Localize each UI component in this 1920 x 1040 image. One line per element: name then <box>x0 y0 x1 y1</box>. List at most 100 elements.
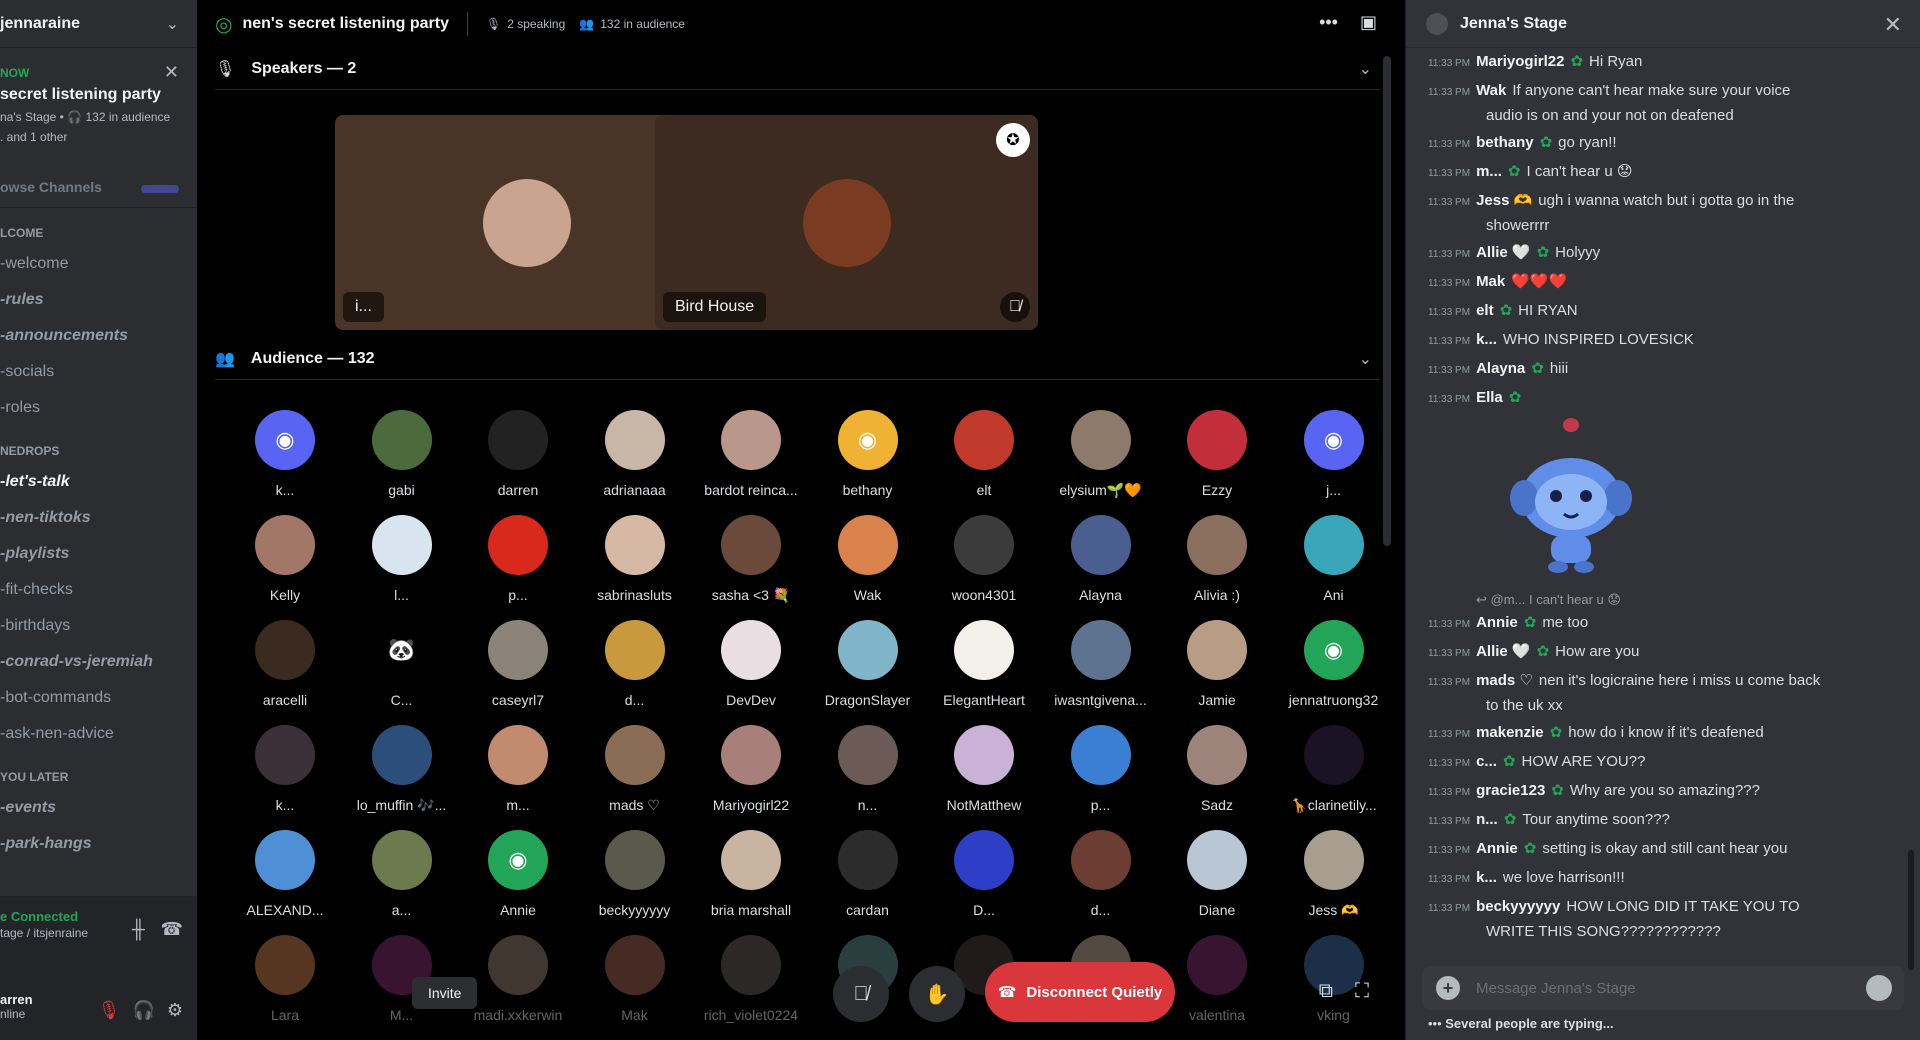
chat-message[interactable]: 11:33 PM beckyyyyyy HOW LONG DID IT TAKE Y… <box>1428 895 1898 943</box>
channel-item[interactable]: -rules <box>0 282 197 318</box>
channel-item[interactable]: -events <box>0 790 197 826</box>
channel-item[interactable]: -park-hangs <box>0 826 197 862</box>
audience-member[interactable]: gabi <box>344 410 460 510</box>
audience-member[interactable]: Jamie <box>1159 620 1275 720</box>
audience-member[interactable]: k... <box>227 725 343 825</box>
message-author[interactable]: Allie 🤍 <box>1476 244 1531 261</box>
audience-member[interactable]: Diane <box>1159 830 1275 930</box>
audience-member[interactable]: iwasntgivena... <box>1043 620 1159 720</box>
audience-member[interactable]: n... <box>810 725 926 825</box>
audience-member[interactable]: Lara <box>227 935 343 1035</box>
channel-item[interactable]: -roles <box>0 390 197 426</box>
audience-member[interactable]: p... <box>460 515 576 615</box>
audience-member[interactable]: beckyyyyyy <box>577 830 693 930</box>
channel-item[interactable]: -birthdays <box>0 608 197 644</box>
audience-member[interactable]: lo_muffin 🎶... <box>344 725 460 825</box>
channel-item[interactable]: -announcements <box>0 318 197 354</box>
chat-message[interactable]: 11:33 PM Mak ❤️❤️❤️ <box>1428 270 1898 295</box>
headphones-icon[interactable]: 🎧 <box>132 1000 154 1021</box>
message-author[interactable]: Alayna <box>1476 360 1525 377</box>
audience-member[interactable]: madi.xxkerwin <box>460 935 576 1035</box>
channel-item[interactable]: -welcome <box>0 246 197 282</box>
message-author[interactable]: beckyyyyyy <box>1476 898 1560 915</box>
message-author[interactable]: Mariyogirl22 <box>1476 53 1564 70</box>
message-author[interactable]: Mak <box>1476 273 1505 290</box>
audience-member[interactable]: ◉ j... <box>1276 410 1392 510</box>
channel-item[interactable]: -fit-checks <box>0 572 197 608</box>
server-header[interactable]: jennaraine ⌄ <box>0 0 197 48</box>
audience-member[interactable]: rich_violet0224 <box>693 935 809 1035</box>
chat-toggle-icon[interactable]: ▣ <box>1360 12 1377 33</box>
chat-scrollbar[interactable] <box>1908 850 1914 970</box>
chat-message[interactable]: 11:33 PM k... we love harrison!!! <box>1428 866 1898 891</box>
message-author[interactable]: k... <box>1476 869 1497 886</box>
gear-icon[interactable]: ⚙ <box>167 1000 183 1021</box>
message-author[interactable]: bethany <box>1476 134 1534 151</box>
chat-message[interactable]: 11:33 PM Alayna ✿ hiii <box>1428 357 1898 382</box>
mic-muted-button[interactable]: 🎙̸ <box>833 966 889 1022</box>
audience-member[interactable]: Jess 🫶 <box>1276 830 1392 930</box>
message-author[interactable]: elt <box>1476 302 1494 319</box>
audience-member[interactable]: sasha <3 💐 <box>693 515 809 615</box>
message-author[interactable]: Annie <box>1476 840 1518 857</box>
audience-member[interactable]: Mariyogirl22 <box>693 725 809 825</box>
raise-hand-button[interactable]: ✋ <box>909 966 965 1022</box>
audience-member[interactable]: m... <box>460 725 576 825</box>
audience-member[interactable]: d... <box>1043 830 1159 930</box>
channel-item[interactable]: -ask-nen-advice <box>0 716 197 752</box>
audience-member[interactable]: ◉ jennatruong32 <box>1276 620 1392 720</box>
close-icon[interactable]: ✕ <box>164 62 179 83</box>
audience-member[interactable]: Sadz <box>1159 725 1275 825</box>
audience-member[interactable]: ◉ Annie <box>460 830 576 930</box>
chat-message[interactable]: 11:33 PM k... WHO INSPIRED LOVESICK <box>1428 328 1898 353</box>
audience-member[interactable]: bardot reinca... <box>693 410 809 510</box>
audience-member[interactable]: DevDev <box>693 620 809 720</box>
chat-message[interactable]: 11:33 PM Annie ✿ setting is okay and still … <box>1428 837 1898 862</box>
reply-reference[interactable]: ↩ @m... I can't hear u 😟 <box>1476 592 1621 608</box>
audience-member[interactable]: adrianaaa <box>577 410 693 510</box>
chat-message[interactable]: 11:33 PM Jess 🫶 ugh i wanna watch but i go… <box>1428 189 1898 237</box>
disconnect-button[interactable]: ☎ Disconnect Quietly <box>985 962 1175 1022</box>
speakers-section-header[interactable]: 🎙 Speakers — 2 ⌄ <box>215 59 1380 90</box>
chevron-down-icon[interactable]: ⌄ <box>1359 59 1372 79</box>
audience-member[interactable]: ◉ bethany <box>810 410 926 510</box>
message-author[interactable]: mads ♡ <box>1476 672 1533 689</box>
category-label[interactable]: LCOME <box>0 226 197 240</box>
chat-message[interactable]: 11:33 PM makenzie ✿ how do i know if it's d… <box>1428 721 1898 746</box>
chat-message[interactable]: 11:33 PM elt ✿ HI RYAN <box>1428 299 1898 324</box>
chat-message[interactable]: 11:33 PM Mariyogirl22 ✿ Hi Ryan <box>1428 50 1898 75</box>
disconnect-icon[interactable]: ☎ <box>161 919 183 940</box>
mic-muted-icon[interactable]: 🎙 <box>98 1000 121 1021</box>
audience-member[interactable]: Mak <box>577 935 693 1035</box>
now-live-card[interactable]: NOW secret listening party na's Stage • … <box>0 48 197 208</box>
channel-item[interactable]: -playlists <box>0 536 197 572</box>
audience-member[interactable]: NotMatthew <box>926 725 1042 825</box>
audience-member[interactable]: valentina <box>1159 935 1275 1035</box>
audience-member[interactable]: l... <box>344 515 460 615</box>
chat-message[interactable]: 11:33 PM mads ♡ nen it's logicraine here i… <box>1428 669 1898 717</box>
message-author[interactable]: m... <box>1476 163 1502 180</box>
audience-member[interactable]: elysium🌱🧡 <box>1043 410 1159 510</box>
channel-item[interactable]: -bot-commands <box>0 680 197 716</box>
message-input[interactable] <box>1476 979 1866 997</box>
audience-member[interactable]: elt <box>926 410 1042 510</box>
chat-message[interactable]: 11:33 PM Annie ✿ me too <box>1428 611 1898 636</box>
close-icon[interactable]: ✕ <box>1884 12 1902 38</box>
chevron-down-icon[interactable]: ⌄ <box>1359 349 1372 369</box>
audience-member[interactable]: 🦒clarinetily... <box>1276 725 1392 825</box>
audience-member[interactable]: Kelly <box>227 515 343 615</box>
chat-message[interactable]: 11:33 PM c... ✿ HOW ARE YOU?? <box>1428 750 1898 775</box>
fullscreen-icon[interactable]: ⛶ <box>1355 980 1369 1003</box>
audience-member[interactable]: Ezzy <box>1159 410 1275 510</box>
channel-item[interactable]: -conrad-vs-jeremiah <box>0 644 197 680</box>
message-author[interactable]: n... <box>1476 811 1498 828</box>
chat-message[interactable]: 11:33 PM bethany ✿ go ryan!! <box>1428 131 1898 156</box>
audience-member[interactable]: mads ♡ <box>577 725 693 825</box>
message-author[interactable]: Jess 🫶 <box>1476 192 1532 209</box>
chat-message[interactable]: 11:33 PM Wak If anyone can't hear make sur… <box>1428 79 1898 127</box>
message-author[interactable]: gracie123 <box>1476 782 1545 799</box>
plus-icon[interactable]: + <box>1436 976 1460 1000</box>
category-label[interactable]: YOU LATER <box>0 770 197 784</box>
chat-message[interactable]: 11:33 PM gracie123 ✿ Why are you so amazing… <box>1428 779 1898 804</box>
category-label[interactable]: NEDROPS <box>0 444 197 458</box>
